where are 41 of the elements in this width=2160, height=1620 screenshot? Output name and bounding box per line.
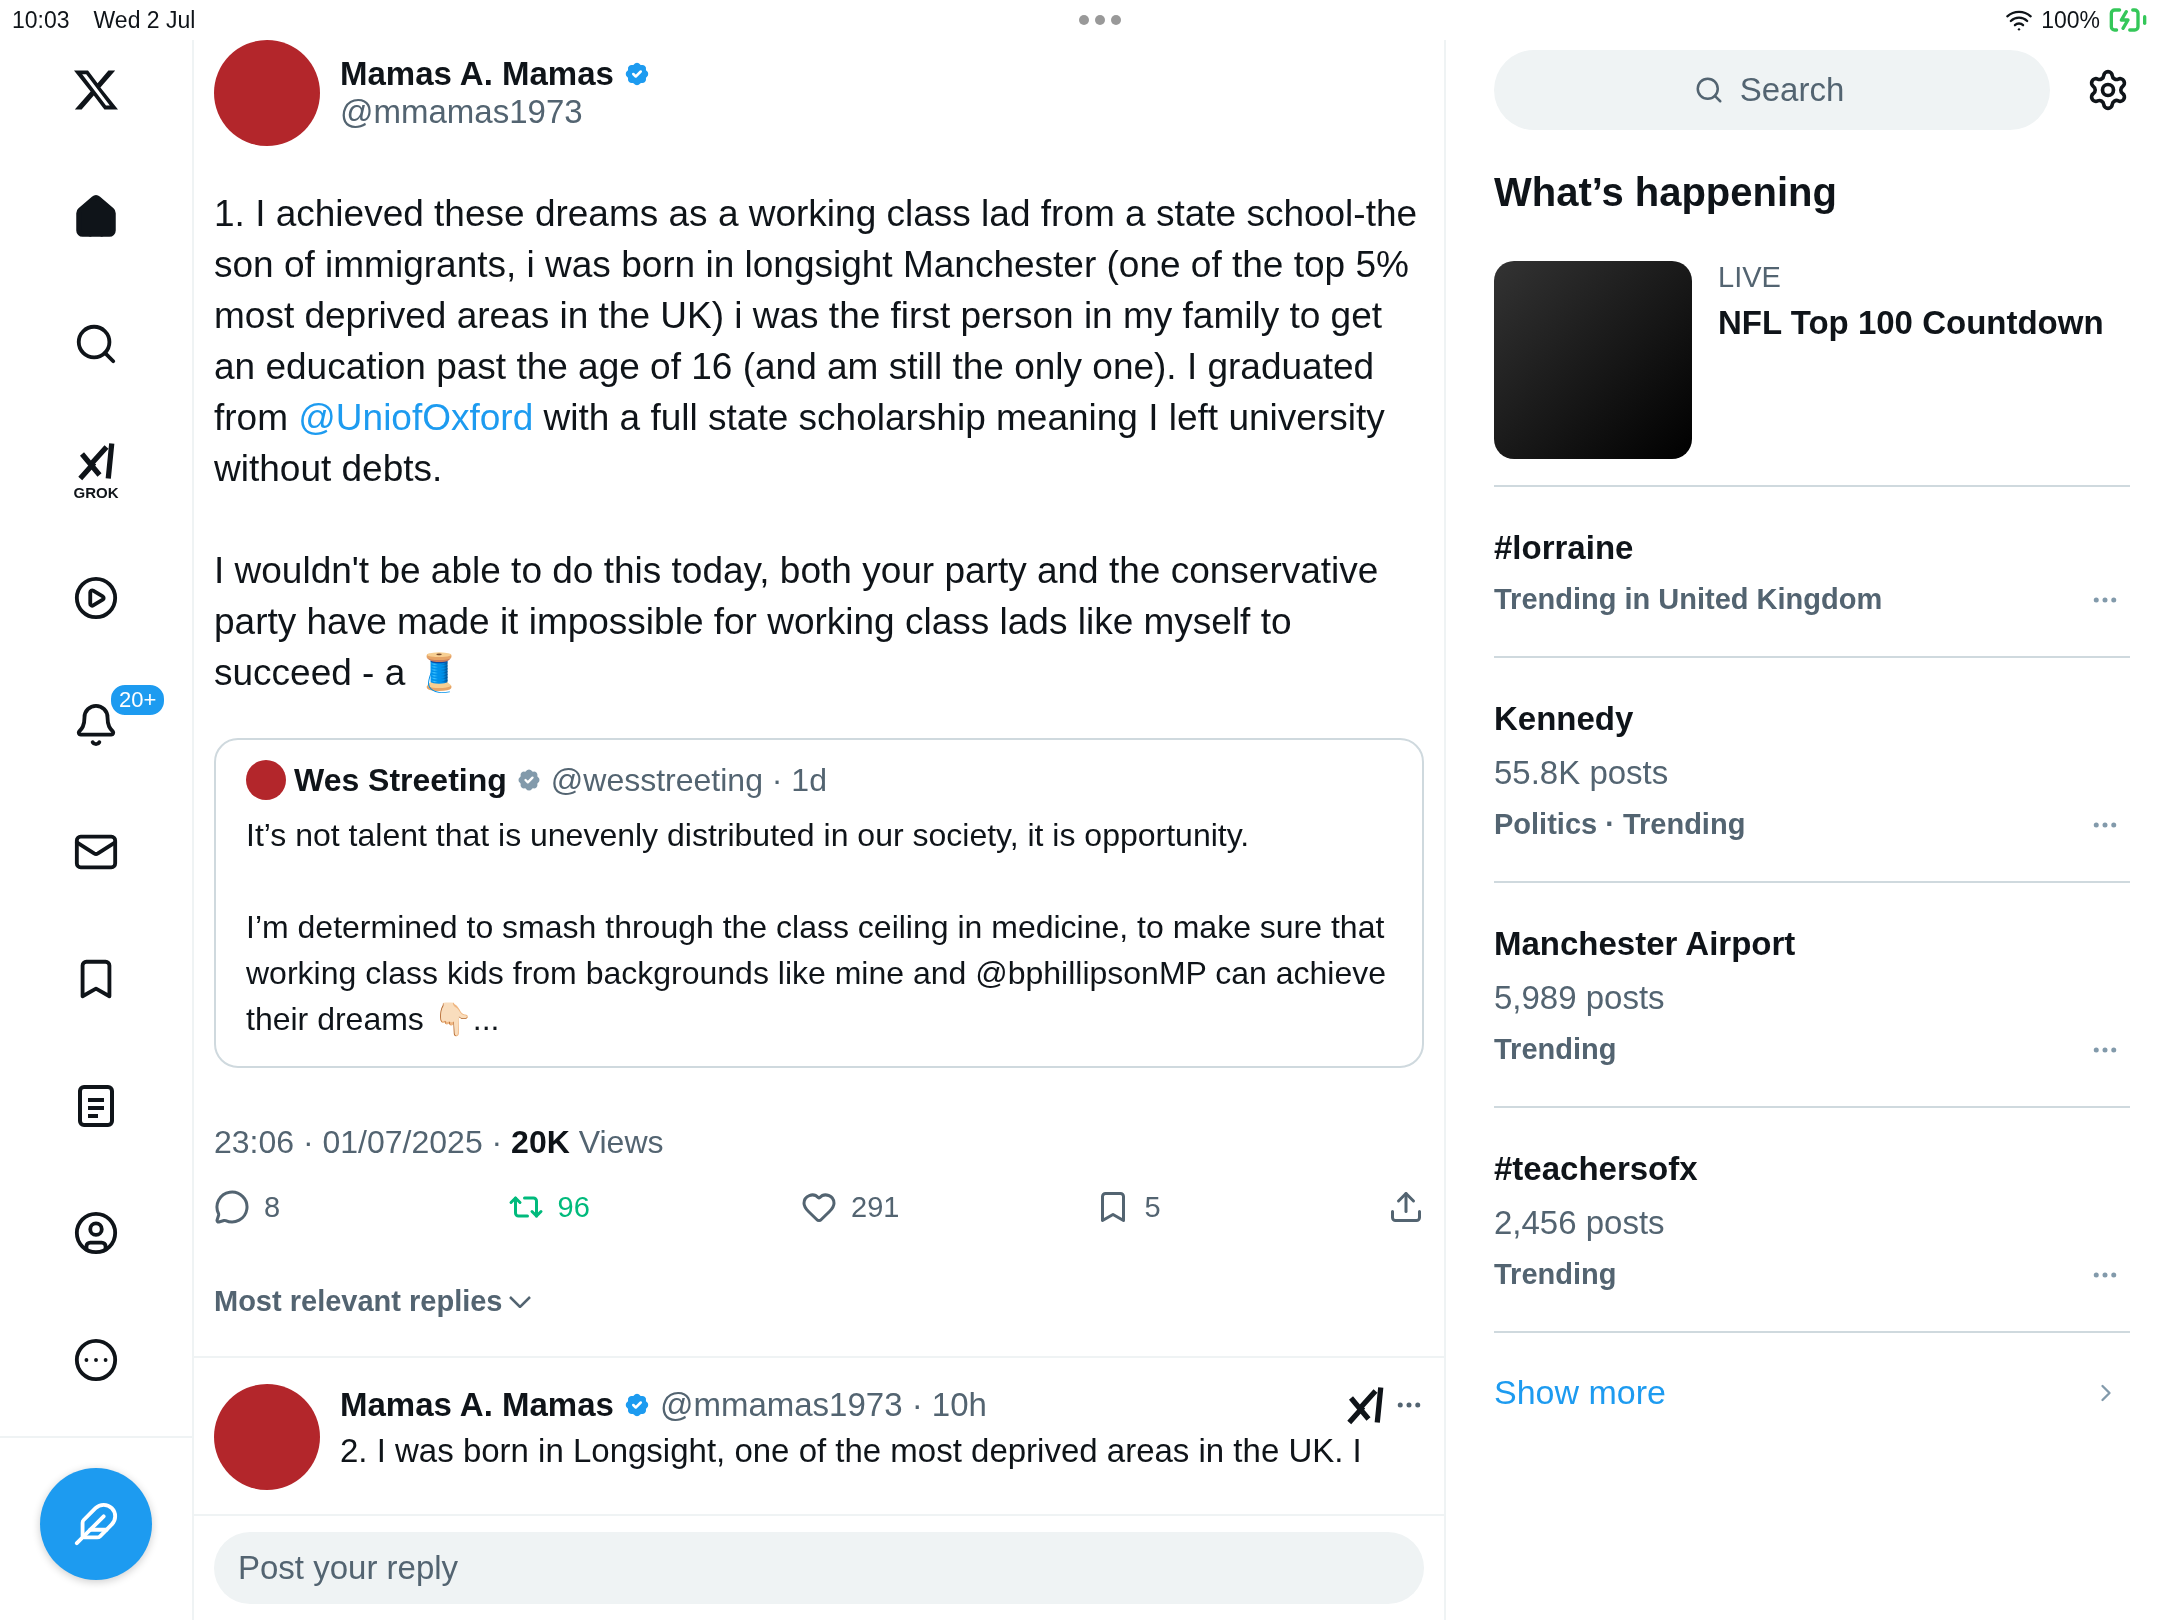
replies-sort-button[interactable]: Most relevant replies — [214, 1285, 531, 1318]
quoted-author-handle: @wesstreeting · 1d — [550, 761, 827, 799]
quoted-author-name: Wes Streeting — [294, 761, 507, 799]
grok-label[interactable]: GROK — [73, 484, 119, 501]
status-time: 10:03 — [12, 6, 70, 34]
quoted-text: I’m determined to smash through the class ceiling in medicine, to make sure that working class kids from backgrounds like mine and @bphillipsonMP can achieve their dreams 👇🏻... — [246, 908, 1387, 1039]
trend-posts: 2,456 posts — [1494, 1204, 1666, 1242]
trend-item[interactable]: Manchester Airport 5,989 posts Trending — [1494, 883, 2130, 1108]
search-field[interactable]: Search — [1494, 50, 2050, 130]
trend-item[interactable]: #lorraine Trending in United Kingdom — [1494, 487, 2130, 658]
live-title[interactable]: NFL Top 100 Countdown — [1718, 304, 2104, 342]
status-date: Wed 2 Jul — [93, 6, 196, 34]
trend-posts: 55.8K posts — [1494, 754, 1670, 792]
bookmark-action[interactable]: 5 — [1094, 1189, 1295, 1225]
trend-meta: Politics · Trending — [1494, 808, 1746, 841]
live-label: LIVE — [1718, 261, 1782, 294]
reply-author-name[interactable]: Mamas A. Mamas — [340, 1386, 614, 1424]
author-handle[interactable]: @mmamas1973 — [340, 93, 652, 131]
trend-meta: Trending in United Kingdom — [1494, 583, 1883, 616]
trend-title: Manchester Airport — [1494, 925, 1797, 963]
reply-action[interactable]: 8 — [214, 1189, 414, 1225]
post-meta: 23:06 · 01/07/2025 · 20K Views — [214, 1124, 665, 1161]
tweet-text: 1. I achieved these dreams as a working class lad from a state school-the son of immigrants, i was born in longsight Manchester (one of the top 5% most deprived areas in the UK) i was the first person in my family to get an education past the age of 16 (and am still the only one). I graduated from @UniofOxford with a full state scholarship meaning I left university without debts. — [214, 192, 1419, 491]
author-name[interactable]: Mamas A. Mamas — [340, 55, 614, 93]
reply-field[interactable]: Post your reply — [214, 1532, 1424, 1604]
trend-meta: Trending — [1494, 1033, 1617, 1066]
reply-text: 2. I was born in Longsight, one of the most deprived areas in the UK. I — [340, 1432, 1363, 1470]
battery-percent: 100% — [2041, 6, 2100, 34]
notification-badge: 20+ — [109, 683, 167, 717]
trend-title: Kennedy — [1494, 700, 1635, 738]
trend-title: #lorraine — [1494, 529, 1635, 567]
trend-title: #teachersofx — [1494, 1150, 1699, 1188]
like-action[interactable]: 291 — [801, 1189, 1001, 1225]
reply-handle[interactable]: @mmamas1973 · 10h — [659, 1386, 987, 1424]
trend-posts: 5,989 posts — [1494, 979, 1666, 1017]
tweet-text: I wouldn't be able to do this today, both your party and the conservative party have made it impossible for working class lads like myself to succeed - a 🧵 — [214, 549, 1380, 695]
section-heading: What’s happening — [1494, 170, 1838, 215]
trend-item[interactable]: #teachersofx 2,456 posts Trending — [1494, 1108, 2130, 1333]
trend-meta: Trending — [1494, 1258, 1617, 1291]
trend-item[interactable]: Kennedy 55.8K posts Politics · Trending — [1494, 658, 2130, 883]
quoted-text: It’s not talent that is unevenly distributed in our society, it is opportunity. — [246, 816, 1251, 855]
